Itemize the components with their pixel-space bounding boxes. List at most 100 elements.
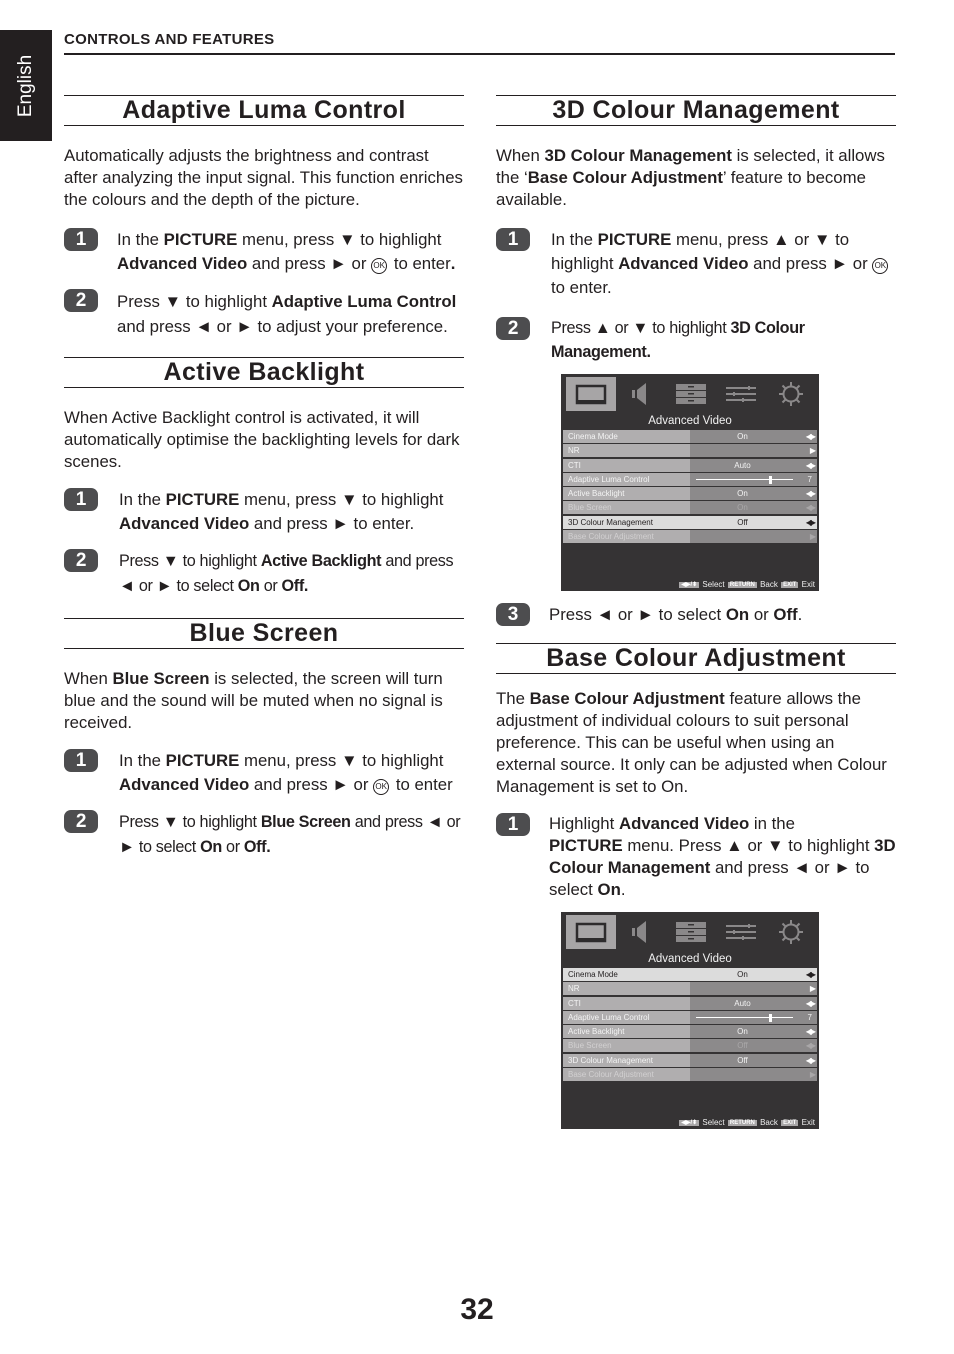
menu-row[interactable]: 3D Colour Management Off ◀▶ — [563, 515, 817, 529]
menu-row[interactable]: Base Colour Adjustment ▶ — [563, 1068, 817, 1082]
menu-row[interactable]: NR ▶ — [563, 982, 817, 996]
left-right-arrows-icon: ◀▶ — [805, 1027, 816, 1037]
menu-row-label: Cinema Mode — [563, 430, 690, 443]
picture-icon[interactable] — [566, 377, 616, 411]
right-column: 3D Colour Management When 3D Colour Mana… — [496, 95, 896, 1129]
step-item: 1 In the PICTURE menu, press ▲ or ▼ to h… — [496, 228, 896, 300]
section-title-blue-screen: Blue Screen — [64, 618, 464, 649]
back-hint: Back — [757, 580, 781, 589]
menu-row[interactable]: Cinema Mode On ◀▶ — [563, 430, 817, 443]
left-column: Adaptive Luma Control Automatically adju… — [64, 95, 464, 860]
slider-knob[interactable] — [768, 1013, 772, 1022]
left-right-arrows-icon: ◀▶ — [805, 970, 816, 979]
menu-row[interactable]: NR ▶ — [563, 444, 817, 458]
menu-row[interactable]: Cinema Mode On ◀▶ — [563, 968, 817, 981]
menu-row-value: Auto ◀▶ — [690, 458, 817, 472]
value-text: Off — [737, 1055, 748, 1065]
right-arrow-icon: ▶ — [809, 446, 816, 456]
menu-row-value: On ◀▶ — [690, 430, 817, 443]
menu-row-label: CTI — [563, 458, 690, 472]
menu-row-label: Base Colour Adjustment — [563, 1068, 690, 1082]
step-number-badge: 2 — [64, 549, 98, 572]
step-item: 1 Highlight Advanced Video in the PICTUR… — [496, 813, 896, 901]
select-hint: Select — [700, 1118, 727, 1127]
setup-icon[interactable] — [666, 915, 716, 949]
step-number-badge: 1 — [64, 488, 98, 511]
tv-menu-advanced-video: Advanced Video Cinema Mode On ◀▶ NR ▶ CTI Auto ◀… — [561, 374, 819, 591]
page-number: 32 — [460, 1293, 494, 1326]
preferences-icon[interactable] — [716, 915, 766, 949]
left-right-arrows-icon: ◀▶ — [805, 432, 816, 441]
menu-row-value: On ◀▶ — [690, 487, 817, 501]
ok-button-icon: OK — [371, 258, 388, 274]
active-backlight-intro: When Active Backlight control is activat… — [64, 408, 460, 471]
menu-row[interactable]: Active Backlight On ◀▶ — [563, 1025, 817, 1039]
menu-row[interactable]: Base Colour Adjustment ▶ — [563, 530, 817, 544]
sound-icon[interactable] — [616, 915, 666, 949]
menu-row-label: Adaptive Luma Control — [563, 1010, 690, 1024]
left-right-arrows-icon: ◀▶ — [805, 998, 816, 1008]
menu-row[interactable]: Blue Screen Off ◀▶ — [563, 1039, 817, 1053]
settings-icon[interactable] — [766, 915, 816, 949]
return-key-icon: RETURN — [727, 582, 757, 588]
menu-row[interactable]: Adaptive Luma Control 7 — [563, 472, 817, 486]
tv-menu-2-wrap: Advanced Video Cinema Mode On ◀▶ NR ▶ CTI Auto ◀… — [561, 912, 896, 1129]
picture-icon[interactable] — [566, 915, 616, 949]
preferences-icon[interactable] — [716, 377, 766, 411]
menu-row-label: Active Backlight — [563, 487, 690, 501]
step-item: 3 Press ◄ or ► to select On or Off. — [496, 603, 896, 627]
language-label: English — [15, 54, 36, 117]
menu-rows: Cinema Mode On ◀▶ NR ▶ CTI Auto ◀▶ Adaptive Luma… — [563, 430, 817, 544]
slider-value: 7 — [807, 474, 812, 484]
slider-knob[interactable] — [768, 475, 772, 484]
menu-row-label: 3D Colour Management — [563, 515, 690, 529]
right-arrow-icon: ▶ — [809, 1070, 816, 1080]
left-right-arrows-icon: ◀▶ — [805, 517, 816, 527]
menu-row[interactable]: Adaptive Luma Control 7 — [563, 1010, 817, 1024]
menu-row-value: ▶ — [690, 444, 817, 458]
section-title-active-backlight: Active Backlight — [64, 357, 464, 388]
step-number-badge: 1 — [496, 813, 530, 836]
settings-icon[interactable] — [766, 377, 816, 411]
blue-screen-intro: When Blue Screen is selected, the screen… — [64, 669, 443, 732]
exit-key-icon: EXIT — [781, 1120, 799, 1126]
menu-row-value: On ◀▶ — [690, 1025, 817, 1039]
slider-track[interactable] — [696, 475, 793, 484]
menu-row[interactable]: CTI Auto ◀▶ — [563, 996, 817, 1010]
menu-row-label: NR — [563, 444, 690, 458]
step-item: 2 Press ▼ to highlight Adaptive Luma Con… — [64, 289, 464, 339]
step-item: 2 Press ▼ to highlight Active Backlight … — [64, 549, 464, 599]
menu-row[interactable]: CTI Auto ◀▶ — [563, 458, 817, 472]
left-right-arrows-icon: ◀▶ — [805, 1041, 816, 1051]
ok-button-icon: OK — [872, 258, 889, 274]
menu-footer: ◀▶/⬍ Select RETURN Back EXIT Exit — [678, 580, 815, 589]
left-right-arrows-icon: ◀▶ — [805, 503, 816, 513]
sound-icon[interactable] — [616, 377, 666, 411]
menu-row-label: CTI — [563, 996, 690, 1010]
menu-row[interactable]: Active Backlight On ◀▶ — [563, 487, 817, 501]
navigate-keys-icon: ◀▶/⬍ — [679, 1120, 700, 1126]
page-header: CONTROLS AND FEATURES — [64, 30, 895, 55]
left-right-arrows-icon: ◀▶ — [805, 1055, 816, 1065]
menu-row[interactable]: 3D Colour Management Off ◀▶ — [563, 1053, 817, 1067]
step-number-badge: 3 — [496, 603, 530, 626]
slider-track[interactable] — [696, 1013, 793, 1022]
navigate-keys-icon: ◀▶/⬍ — [679, 582, 700, 588]
value-text: On — [737, 489, 748, 499]
step-item: 2 Press ▼ to highlight Blue Screen and p… — [64, 810, 464, 860]
menu-row-label: Base Colour Adjustment — [563, 530, 690, 544]
return-key-icon: RETURN — [727, 1120, 757, 1126]
value-text: On — [737, 432, 748, 441]
value-text: Off — [737, 517, 748, 527]
menu-row-value: Auto ◀▶ — [690, 996, 817, 1010]
menu-row[interactable]: Blue Screen On ◀▶ — [563, 501, 817, 515]
value-text: Auto — [734, 460, 751, 470]
step-number-badge: 2 — [64, 289, 98, 312]
select-hint: Select — [700, 580, 727, 589]
setup-icon[interactable] — [666, 377, 716, 411]
menu-row-value: ▶ — [690, 1068, 817, 1082]
menu-row-value: Off ◀▶ — [690, 1039, 817, 1053]
value-text: Auto — [734, 998, 751, 1008]
step-number-badge: 1 — [64, 749, 98, 772]
value-text: On — [737, 970, 748, 979]
